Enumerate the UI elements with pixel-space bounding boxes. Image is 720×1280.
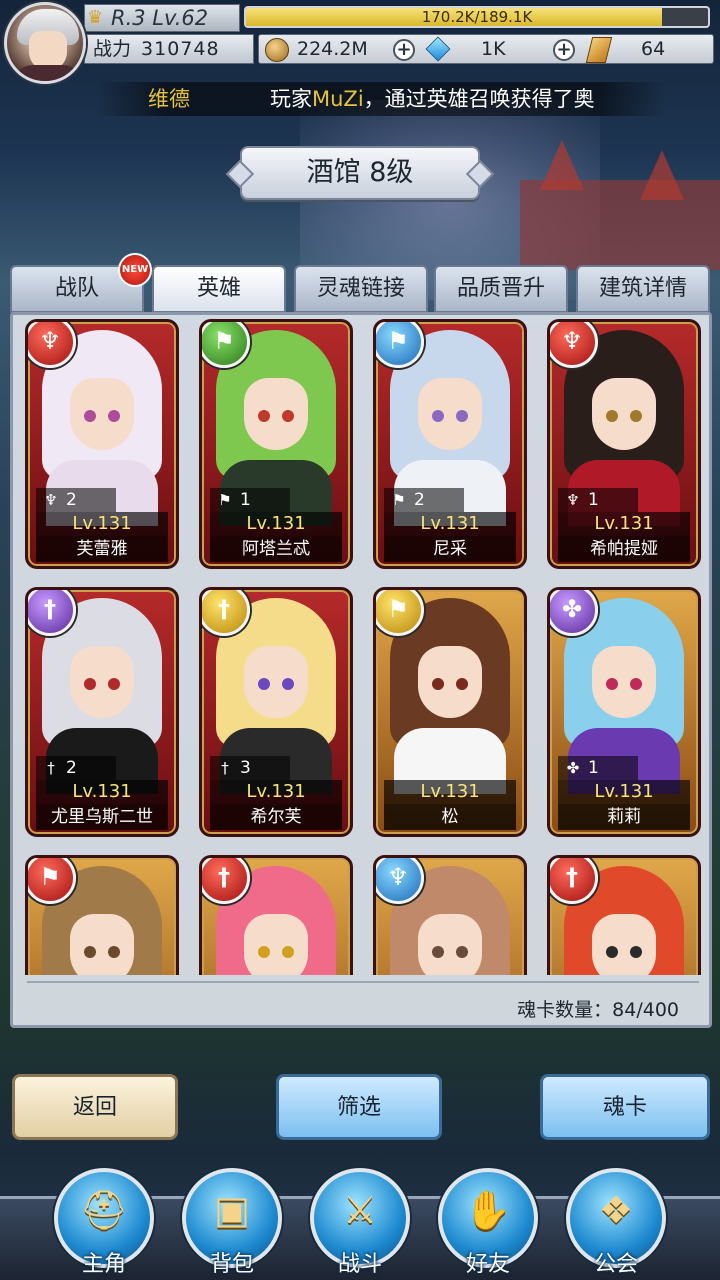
- hero-name: 尼采: [384, 536, 516, 562]
- nav-battle[interactable]: ⚔ 战斗: [308, 1168, 412, 1280]
- tab-team[interactable]: 战队 NEW: [10, 253, 152, 313]
- hero-card[interactable]: ♆ ♆ 1 Lv.131 希帕提娅: [547, 319, 701, 569]
- element-mini-icon: ⚑: [218, 491, 232, 509]
- ticker-name: 维德: [148, 87, 190, 111]
- combat-power: 战力 310748: [84, 34, 254, 64]
- handshake-icon: ✋: [464, 1188, 512, 1232]
- top-status-bar: ♛ R.3 Lv.62 170.2K/189.1K 战力 310748 224.2…: [0, 0, 720, 84]
- element-mini-icon: †: [221, 759, 229, 777]
- hero-name: 莉莉: [558, 804, 690, 830]
- panel-divider: [27, 981, 699, 983]
- hero-level: Lv.131: [210, 512, 342, 536]
- hero-star-count: † 3: [210, 756, 290, 780]
- soul-card-count: 魂卡数量：84/400: [517, 999, 679, 1021]
- soul-card-button[interactable]: 魂卡: [540, 1074, 710, 1140]
- hero-star-count: ⚑ 1: [210, 488, 290, 512]
- nav-guild[interactable]: ❖ 公会: [564, 1168, 668, 1280]
- element-mini-icon: ⚑: [392, 491, 406, 509]
- hero-grid[interactable]: ♆ ♆ 2 Lv.131 芙蕾雅 ⚑ ⚑ 1 Lv.131 阿塔兰忒 ⚑ ⚑ 2 Lv.131 尼采 ♆…: [25, 319, 703, 975]
- combat-power-value: 310748: [141, 38, 220, 60]
- hero-name: 阿塔兰忒: [210, 536, 342, 562]
- hero-card[interactable]: † † 2 Lv.131 尤里乌斯二世: [25, 587, 179, 837]
- gold-amount: 224.2M: [297, 38, 368, 60]
- add-gems-button[interactable]: +: [553, 39, 575, 61]
- hero-card[interactable]: † † 3 Lv.131 希尔芙: [199, 587, 353, 837]
- new-badge: NEW: [118, 253, 152, 287]
- page-title: 酒馆 8级: [240, 146, 480, 200]
- gem-amount: 1K: [481, 38, 506, 60]
- summon-scroll-icon: [585, 37, 613, 63]
- hero-card[interactable]: ⚑ ⚑ 1 Lv.131 阿塔兰忒: [199, 319, 353, 569]
- filter-button[interactable]: 筛选: [276, 1074, 442, 1140]
- background-roof: [640, 150, 684, 200]
- hero-panel: ♆ ♆ 2 Lv.131 芙蕾雅 ⚑ ⚑ 1 Lv.131 阿塔兰忒 ⚑ ⚑ 2 Lv.131 尼采 ♆…: [10, 312, 712, 1028]
- hero-star-count: ✤ 1: [558, 756, 638, 780]
- hero-level: Lv.131: [210, 780, 342, 804]
- hero-level: Lv.131: [384, 512, 516, 536]
- hero-level: Lv.131: [384, 780, 516, 804]
- hero-card[interactable]: ⚑ Lv.131 松: [373, 587, 527, 837]
- backpack-icon: ▣: [214, 1188, 250, 1232]
- hero-card[interactable]: †: [547, 855, 701, 975]
- helmet-icon: ⛑: [79, 1188, 129, 1232]
- crown-icon: ♛: [87, 7, 104, 28]
- hero-card[interactable]: ⚑ ⚑ 2 Lv.131 尼采: [373, 319, 527, 569]
- add-gold-button[interactable]: +: [393, 39, 415, 61]
- gold-coin-icon: [265, 38, 289, 62]
- background-roof: [540, 140, 584, 190]
- hero-card[interactable]: ♆ ♆ 2 Lv.131 芙蕾雅: [25, 319, 179, 569]
- hero-card[interactable]: ♆: [373, 855, 527, 975]
- tab-soul-link[interactable]: 灵魂链接: [294, 265, 428, 313]
- currency-bar: 224.2M + 1K + 64: [258, 34, 714, 64]
- hero-card[interactable]: ✤ ✤ 1 Lv.131 莉莉: [547, 587, 701, 837]
- player-avatar[interactable]: [4, 2, 86, 84]
- guild-crest-icon: ❖: [598, 1188, 634, 1232]
- combat-power-label: 战力: [93, 38, 132, 60]
- hero-card[interactable]: ⚑: [25, 855, 179, 975]
- element-mini-icon: ♆: [566, 491, 580, 509]
- nav-hero[interactable]: ⛑ 主角: [52, 1168, 156, 1280]
- exp-text: 170.2K/189.1K: [421, 8, 533, 26]
- tab-quality-upgrade[interactable]: 品质晋升: [434, 265, 568, 313]
- hero-star-count: ⚑ 2: [384, 488, 464, 512]
- background-castle: [520, 180, 720, 270]
- announcement-ticker: 维德 玩家MuZi，通过英雄召唤获得了奥: [96, 82, 666, 116]
- hero-star-count: † 2: [36, 756, 116, 780]
- hero-name: 尤里乌斯二世: [36, 804, 168, 830]
- scroll-amount: 64: [641, 38, 666, 60]
- hero-card[interactable]: †: [199, 855, 353, 975]
- element-mini-icon: ♆: [44, 491, 58, 509]
- crossed-swords-icon: ⚔: [342, 1188, 378, 1232]
- hero-star-count: ♆ 2: [36, 488, 116, 512]
- hero-level: Lv.131: [36, 512, 168, 536]
- nav-backpack[interactable]: ▣ 背包: [180, 1168, 284, 1280]
- exp-bar: 170.2K/189.1K: [244, 6, 710, 28]
- player-rank-level: ♛ R.3 Lv.62: [84, 4, 240, 32]
- hero-name: 希帕提娅: [558, 536, 690, 562]
- gem-icon: [425, 36, 451, 62]
- element-mini-icon: ✤: [566, 759, 580, 777]
- hero-name: 芙蕾雅: [36, 536, 168, 562]
- tab-bar: 战队 NEW 英雄 灵魂链接 品质晋升 建筑详情: [10, 253, 712, 313]
- hero-star-count: ♆ 1: [558, 488, 638, 512]
- hero-level: Lv.131: [558, 512, 690, 536]
- hero-name: 希尔芙: [210, 804, 342, 830]
- element-mini-icon: †: [47, 759, 55, 777]
- tab-building-details[interactable]: 建筑详情: [576, 265, 710, 313]
- hero-level: Lv.131: [36, 780, 168, 804]
- back-button[interactable]: 返回: [12, 1074, 178, 1140]
- hero-level: Lv.131: [558, 780, 690, 804]
- ticker-message: 玩家MuZi，通过英雄召唤获得了奥: [270, 87, 595, 111]
- nav-friends[interactable]: ✋ 好友: [436, 1168, 540, 1280]
- hero-name: 松: [384, 804, 516, 830]
- tab-heroes[interactable]: 英雄: [152, 265, 286, 313]
